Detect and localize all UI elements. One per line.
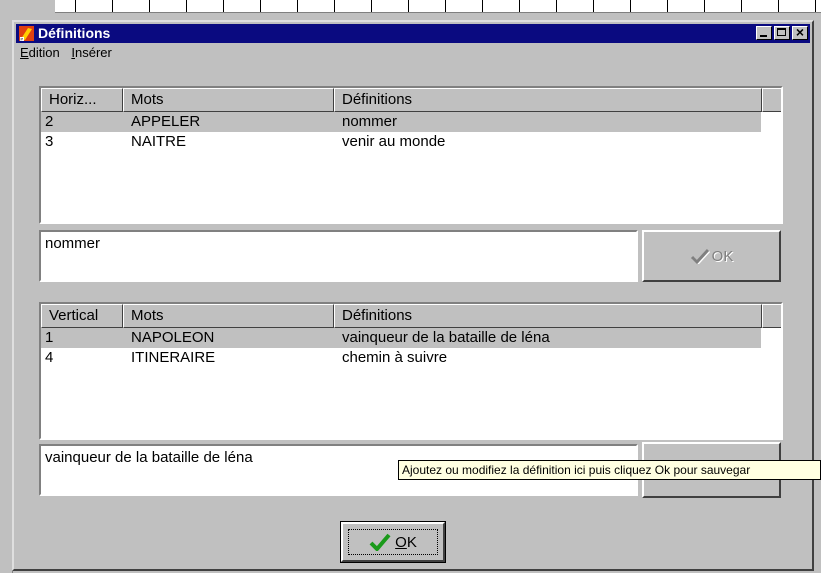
ruler-tick [445, 0, 446, 12]
minimize-icon [760, 35, 767, 37]
row-number: 1 [45, 329, 54, 346]
minimize-button[interactable] [756, 26, 772, 40]
column-header-definitions[interactable]: Définitions [334, 304, 762, 328]
ruler-tick [815, 0, 816, 12]
table-row[interactable]: 3 NAITRE venir au monde [41, 132, 761, 152]
row-number: 2 [45, 113, 54, 130]
table-row[interactable]: 1 NAPOLEON vainqueur de la bataille de l… [41, 328, 761, 348]
ruler-tick [223, 0, 224, 12]
ruler-tick [741, 0, 742, 12]
ruler-tick [482, 0, 483, 12]
horizontal-words-list[interactable]: Horiz... Mots Définitions 2 APPELER nomm… [39, 86, 783, 224]
ruler-tick [704, 0, 705, 12]
column-header-mots[interactable]: Mots [123, 304, 334, 328]
ruler-tick [186, 0, 187, 12]
definition-tooltip: Ajoutez ou modifiez la définition ici pu… [398, 460, 821, 480]
ruler-tick [297, 0, 298, 12]
ok-label-rest: K [406, 533, 417, 551]
menu-inserer[interactable]: Insérer [67, 44, 115, 62]
close-icon: × [795, 24, 805, 40]
ok-accelerator: O [395, 533, 407, 551]
row-word: NAITRE [131, 133, 187, 150]
column-header-definitions[interactable]: Définitions [334, 88, 762, 112]
close-button[interactable]: × [792, 24, 808, 40]
column-header-vertical[interactable]: Vertical [41, 304, 123, 328]
ruler-tick [408, 0, 409, 12]
ruler-tick [519, 0, 520, 12]
row-word: ITINERAIRE [131, 349, 216, 366]
column-header-horiz[interactable]: Horiz... [41, 88, 123, 112]
table-row[interactable]: 2 APPELER nommer [41, 112, 761, 132]
row-definition: nommer [342, 113, 398, 130]
checkmark-icon [690, 248, 710, 264]
row-number: 3 [45, 133, 54, 150]
list-header: Horiz... Mots Définitions [41, 88, 781, 112]
ruler-tick [593, 0, 594, 12]
ruler-tick [112, 0, 113, 12]
ruler-tick [149, 0, 150, 12]
title-bar[interactable]: P Définitions × [16, 24, 810, 43]
ruler-tick [260, 0, 261, 12]
row-definition: vainqueur de la bataille de léna [342, 329, 550, 346]
ruler-tick [75, 0, 76, 12]
ruler-tick [778, 0, 779, 12]
column-header-mots[interactable]: Mots [123, 88, 334, 112]
definitions-dialog: P Définitions × Edition Insérer Horiz...… [12, 20, 814, 571]
ok-button-content: OK [644, 232, 779, 280]
menu-bar: Edition Insérer [16, 44, 116, 62]
background-ruler [55, 0, 821, 13]
column-header-filler [762, 304, 781, 328]
app-icon: P [19, 26, 34, 42]
ruler-tick [667, 0, 668, 12]
ruler-tick [334, 0, 335, 12]
row-definition: venir au monde [342, 133, 446, 150]
row-definition: chemin à suivre [342, 349, 448, 366]
row-number: 4 [45, 349, 54, 366]
maximize-button[interactable] [774, 26, 790, 40]
ok-label: OK [711, 247, 734, 265]
horizontal-ok-button[interactable]: OK [642, 230, 781, 282]
ok-button-focus: OK [348, 529, 438, 555]
ruler-tick [556, 0, 557, 12]
ruler-tick [630, 0, 631, 12]
ok-button[interactable]: OK [340, 521, 446, 563]
window-title: Définitions [38, 25, 111, 41]
ruler-tick [371, 0, 372, 12]
svg-text:P: P [21, 37, 24, 42]
row-word: APPELER [131, 113, 201, 130]
table-row[interactable]: 4 ITINERAIRE chemin à suivre [41, 348, 761, 368]
checkmark-icon [369, 533, 391, 551]
vertical-words-list[interactable]: Vertical Mots Définitions 1 NAPOLEON vai… [39, 302, 783, 440]
horizontal-definition-field[interactable]: nommer [39, 230, 638, 282]
column-header-filler [762, 88, 781, 112]
menu-edition[interactable]: Edition [16, 44, 64, 62]
list-header: Vertical Mots Définitions [41, 304, 781, 328]
background-app-toolbar [0, 0, 821, 20]
row-word: NAPOLEON [131, 329, 215, 346]
maximize-icon [777, 28, 786, 36]
